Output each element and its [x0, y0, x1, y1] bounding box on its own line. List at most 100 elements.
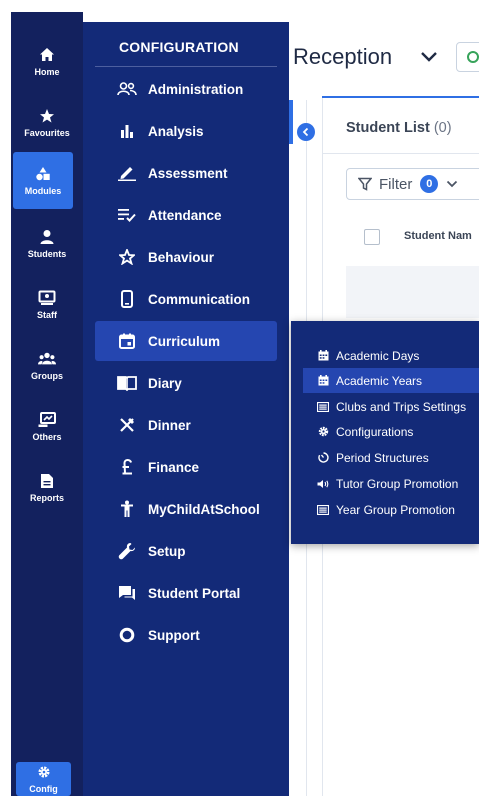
- filter-button[interactable]: Filter 0: [346, 168, 479, 200]
- cutlery-icon: [117, 415, 137, 435]
- chevron-down-icon[interactable]: [420, 50, 438, 68]
- rail-item-groups[interactable]: Groups: [13, 337, 81, 393]
- phone-icon: [117, 289, 137, 309]
- rail-label: Groups: [30, 370, 63, 381]
- rail-item-home[interactable]: Home: [13, 33, 81, 89]
- menu-item-dinner[interactable]: Dinner: [95, 405, 277, 445]
- megaphone-icon: [317, 478, 329, 490]
- menu-item-label: Attendance: [148, 207, 222, 223]
- gear-icon: [317, 426, 329, 438]
- book-icon: [117, 373, 137, 393]
- menu-item-setup[interactable]: Setup: [95, 531, 277, 571]
- menu-item-label: Diary: [148, 375, 182, 391]
- wrench-icon: [117, 541, 137, 561]
- menu-item-administration[interactable]: Administration: [95, 69, 277, 109]
- panel-accent: [289, 100, 293, 144]
- flyout-item-academic-days[interactable]: Academic Days: [303, 343, 479, 368]
- column-header-student-name[interactable]: Student Nam: [404, 230, 472, 242]
- menu-item-diary[interactable]: Diary: [95, 363, 277, 403]
- document-icon: [38, 472, 56, 490]
- menu-item-label: Curriculum: [148, 333, 221, 349]
- modules-icon: [34, 165, 52, 183]
- rail-label: Modules: [24, 186, 62, 196]
- calendar-small-icon: [317, 375, 329, 387]
- student-list-label: Student List: [346, 120, 430, 136]
- child-icon: [117, 499, 137, 519]
- star-icon: [38, 107, 56, 125]
- flyout-item-label: Academic Years: [336, 373, 423, 388]
- rail-item-reports[interactable]: Reports: [13, 459, 81, 515]
- bar-chart-icon: [117, 121, 137, 141]
- gear-icon: [37, 765, 51, 784]
- chat-icon: [117, 583, 137, 603]
- flyout-item-label: Period Structures: [336, 450, 429, 465]
- star-outline-icon: [117, 247, 137, 267]
- rail-item-staff[interactable]: Staff: [13, 276, 81, 332]
- calendar-icon: [117, 331, 137, 351]
- menu-item-analysis[interactable]: Analysis: [95, 111, 277, 151]
- chevron-left-icon: [302, 127, 309, 137]
- rail-item-config[interactable]: Config: [16, 762, 71, 796]
- rail-item-others[interactable]: Others: [13, 398, 81, 454]
- rail-item-students[interactable]: Students: [13, 215, 81, 271]
- rail-label: Staff: [37, 309, 57, 320]
- chevron-down-icon: [446, 175, 458, 193]
- menu-item-label: Analysis: [148, 123, 204, 139]
- flyout-item-label: Configurations: [336, 424, 414, 439]
- calendar-small-icon: [317, 350, 329, 362]
- menu-item-label: Student Portal: [148, 585, 241, 601]
- menu-item-label: Administration: [148, 81, 244, 97]
- flyout-item-label: Academic Days: [336, 348, 420, 363]
- flyout-item-year-group-promotion[interactable]: Year Group Promotion: [303, 497, 479, 522]
- menu-item-label: Behaviour: [148, 249, 215, 265]
- menu-item-curriculum[interactable]: Curriculum: [95, 321, 277, 361]
- menu-item-attendance[interactable]: Attendance: [95, 195, 277, 235]
- people-icon: [117, 79, 137, 99]
- flyout-item-clubs-and-trips-settings[interactable]: Clubs and Trips Settings: [303, 394, 479, 419]
- flyout-item-tutor-group-promotion[interactable]: Tutor Group Promotion: [303, 471, 479, 496]
- groups-icon: [38, 350, 56, 368]
- flyout-item-academic-years[interactable]: Academic Years: [303, 368, 479, 393]
- menu-item-mychildatschool[interactable]: MyChildAtSchool: [95, 489, 277, 529]
- flyout-item-label: Tutor Group Promotion: [336, 476, 459, 491]
- flyout-item-period-structures[interactable]: Period Structures: [303, 445, 479, 470]
- menu-item-support[interactable]: Support: [95, 615, 277, 655]
- rail-label: Config: [29, 783, 58, 794]
- others-icon: [38, 411, 56, 429]
- select-all-checkbox[interactable]: [364, 229, 380, 245]
- table-row: [346, 266, 479, 318]
- rail-label: Favourites: [24, 127, 70, 138]
- student-count: (0): [433, 120, 452, 136]
- rail-item-favourites[interactable]: Favourites: [13, 94, 81, 150]
- collapse-button[interactable]: [297, 123, 315, 141]
- menu-item-label: Finance: [148, 459, 200, 475]
- pound-icon: [117, 457, 137, 477]
- rail-label: Reports: [29, 492, 64, 503]
- flyout-item-configurations[interactable]: Configurations: [303, 419, 479, 444]
- menu-title: CONFIGURATION: [119, 39, 239, 55]
- menu-item-student-portal[interactable]: Student Portal: [95, 573, 277, 613]
- page-title[interactable]: Reception: [293, 44, 392, 70]
- menu-item-behaviour[interactable]: Behaviour: [95, 237, 277, 277]
- staff-icon: [38, 289, 56, 307]
- curriculum-flyout-menu: Academic Days Academic Years Clubs and T…: [291, 321, 479, 544]
- pencil-icon: [117, 163, 137, 183]
- flyout-item-label: Year Group Promotion: [336, 502, 455, 517]
- menu-item-label: Communication: [148, 291, 251, 307]
- list-icon: [317, 504, 329, 516]
- checklist-icon: [117, 205, 137, 225]
- menu-item-finance[interactable]: Finance: [95, 447, 277, 487]
- configuration-menu: CONFIGURATION Administration Analysis As…: [83, 22, 289, 796]
- clock-button[interactable]: [456, 42, 479, 72]
- ring-icon: [117, 625, 137, 645]
- menu-item-assessment[interactable]: Assessment: [95, 153, 277, 193]
- menu-item-label: Dinner: [148, 417, 191, 433]
- rail-item-modules[interactable]: Modules: [13, 152, 73, 209]
- home-icon: [38, 46, 56, 64]
- rail-label: Others: [32, 431, 62, 442]
- student-list-heading: Student List (0): [346, 120, 452, 136]
- menu-item-label: MyChildAtSchool: [148, 501, 260, 517]
- menu-item-communication[interactable]: Communication: [95, 279, 277, 319]
- menu-divider: [95, 66, 277, 67]
- menu-item-label: Setup: [148, 543, 186, 559]
